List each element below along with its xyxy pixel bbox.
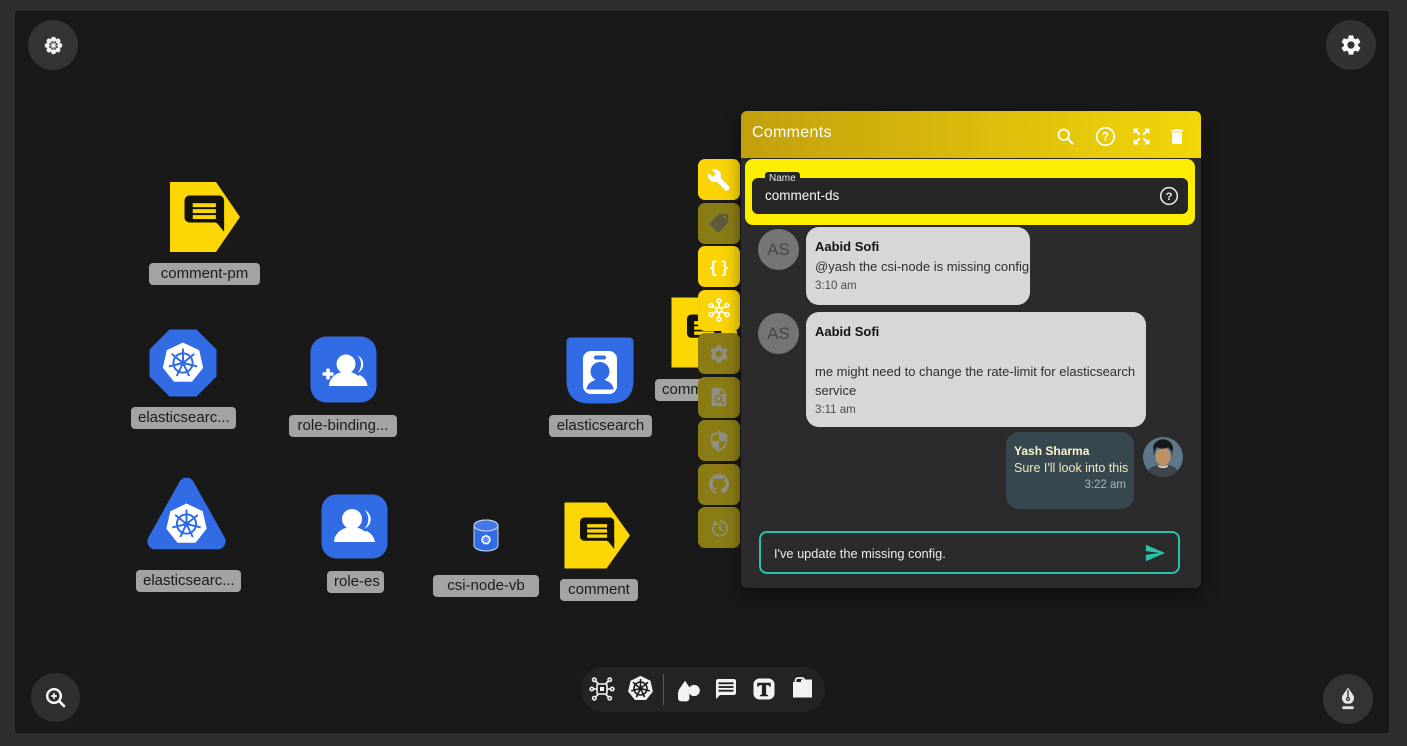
svg-text:?: ? [1102,130,1109,144]
svg-text:?: ? [1166,191,1173,203]
svg-text:{ }: { } [710,257,728,276]
